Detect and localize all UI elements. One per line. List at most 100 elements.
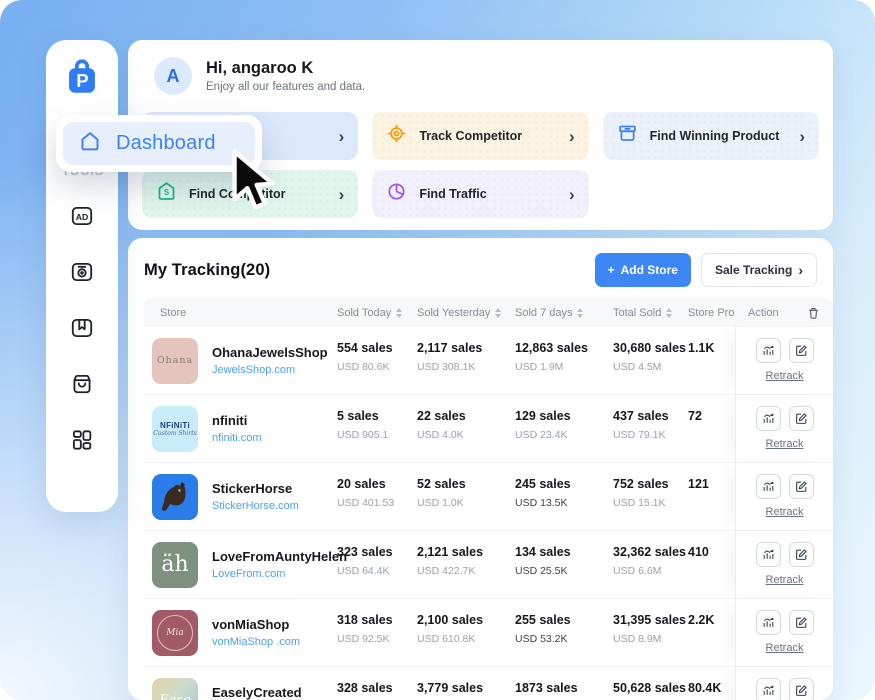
sold-today-cell: 323 salesUSD 64.4K bbox=[337, 531, 417, 598]
action-cell: Retrack bbox=[735, 327, 833, 394]
total-sold-cell: 30,680 salesUSD 4.5M bbox=[613, 327, 688, 394]
store-logo: Ease bbox=[152, 678, 198, 700]
retrack-link[interactable]: Retrack bbox=[766, 574, 804, 586]
chevron-right-icon: › bbox=[569, 186, 575, 203]
edit-button[interactable] bbox=[789, 406, 814, 431]
analytics-button[interactable] bbox=[756, 542, 781, 567]
action-cell: Retrack bbox=[735, 531, 833, 598]
retrack-link[interactable]: Retrack bbox=[766, 370, 804, 382]
store-domain-link[interactable]: nfiniti.com bbox=[212, 432, 262, 444]
action-cell: Retrack bbox=[735, 667, 833, 700]
home-icon bbox=[78, 129, 102, 158]
sort-icon bbox=[577, 308, 583, 318]
pie-chart-icon bbox=[386, 181, 407, 207]
store-domain-link[interactable]: StickerHorse.com bbox=[212, 500, 299, 512]
table-row: äh LoveFromAuntyHelen LoveFrom.com 323 s… bbox=[144, 531, 833, 599]
my-tracking-card: My Tracking(20) + Add Store Sale Trackin… bbox=[128, 238, 833, 700]
products-value: 72 bbox=[688, 409, 735, 423]
chevron-right-icon: › bbox=[798, 262, 803, 278]
avatar[interactable]: A bbox=[154, 57, 192, 95]
column-sold-7-days[interactable]: Sold 7 days bbox=[515, 307, 613, 319]
store-domain-link[interactable]: JewelsShop.com bbox=[212, 364, 328, 376]
plus-icon: + bbox=[608, 263, 615, 277]
feature-card-track-competitor[interactable]: Track Competitor › bbox=[372, 112, 588, 160]
column-sold-today[interactable]: Sold Today bbox=[337, 307, 417, 319]
action-cell: Retrack bbox=[735, 395, 833, 462]
edit-button[interactable] bbox=[789, 474, 814, 499]
action-cell: Retrack bbox=[735, 599, 833, 666]
add-store-button[interactable]: + Add Store bbox=[595, 253, 691, 287]
store-name: OhanaJewelsShop bbox=[212, 345, 328, 360]
ads-icon[interactable]: AD bbox=[69, 202, 96, 229]
sold-yesterday-cell: 2,117 salesUSD 308.1K bbox=[417, 327, 515, 394]
feature-card-find-traffic[interactable]: Find Traffic › bbox=[372, 170, 588, 218]
sold-yesterday-cell: 2,100 salesUSD 610.8K bbox=[417, 599, 515, 666]
analytics-button[interactable] bbox=[756, 338, 781, 363]
greeting-title: Hi, angaroo K bbox=[206, 59, 365, 78]
app-logo-icon[interactable]: P bbox=[61, 56, 103, 103]
store-domain-link[interactable]: LoveFrom.com bbox=[212, 568, 347, 580]
column-sold-yesterday[interactable]: Sold Yesterday bbox=[417, 307, 515, 319]
store-cell: StickerHorse StickerHorse.com bbox=[144, 463, 337, 530]
sold-yesterday-cell: 22 salesUSD 4.0K bbox=[417, 395, 515, 462]
edit-button[interactable] bbox=[789, 542, 814, 567]
track-target-icon[interactable] bbox=[69, 258, 96, 285]
retrack-link[interactable]: Retrack bbox=[766, 642, 804, 654]
retrack-link[interactable]: Retrack bbox=[766, 506, 804, 518]
analytics-button[interactable] bbox=[756, 610, 781, 635]
store-name: LoveFromAuntyHelen bbox=[212, 549, 347, 564]
analytics-button[interactable] bbox=[756, 678, 781, 700]
store-name: EaselyCreated bbox=[212, 685, 311, 700]
sold-7-days-cell: 1873 salesUSD 17.3K bbox=[515, 667, 613, 700]
column-action: Action bbox=[735, 306, 833, 320]
products-value: 80.4K bbox=[688, 681, 735, 695]
chevron-right-icon: › bbox=[339, 128, 345, 145]
tracking-table: Store Sold Today Sold Yesterday Sold 7 d… bbox=[144, 298, 833, 700]
store-products-cell: 72 bbox=[688, 395, 735, 462]
sold-7-days-cell: 12,863 salesUSD 1.9M bbox=[515, 327, 613, 394]
store-products-cell: 410 bbox=[688, 531, 735, 598]
table-row: Mia vonMiaShop vonMiaShop .com 318 sales… bbox=[144, 599, 833, 667]
chevron-right-icon: › bbox=[569, 128, 575, 145]
store-products-cell: 1.1K bbox=[688, 327, 735, 394]
products-value: 2.2K bbox=[688, 613, 735, 627]
store-cell: Mia vonMiaShop vonMiaShop .com bbox=[144, 599, 337, 666]
edit-button[interactable] bbox=[789, 678, 814, 700]
total-sold-cell: 437 salesUSD 79.1K bbox=[613, 395, 688, 462]
trash-icon[interactable] bbox=[807, 306, 820, 320]
sort-icon bbox=[396, 308, 402, 318]
analytics-button[interactable] bbox=[756, 406, 781, 431]
table-row: Ease EaselyCreated EaselyCreated .com 32… bbox=[144, 667, 833, 700]
sort-icon bbox=[495, 308, 501, 318]
store-domain-link[interactable]: vonMiaShop .com bbox=[212, 636, 300, 648]
bookmark-icon[interactable] bbox=[69, 314, 96, 341]
table-row: StickerHorse StickerHorse.com 20 salesUS… bbox=[144, 463, 833, 531]
table-header: Store Sold Today Sold Yesterday Sold 7 d… bbox=[144, 298, 833, 327]
apps-grid-icon[interactable] bbox=[69, 426, 96, 453]
store-name: StickerHorse bbox=[212, 481, 299, 496]
feature-card-find-winning-product[interactable]: Find Winning Product › bbox=[603, 112, 819, 160]
products-value: 121 bbox=[688, 477, 735, 491]
edit-button[interactable] bbox=[789, 610, 814, 635]
sold-today-cell: 318 salesUSD 92.5K bbox=[337, 599, 417, 666]
retrack-link[interactable]: Retrack bbox=[766, 438, 804, 450]
store-cell: Ohana OhanaJewelsShop JewelsShop.com bbox=[144, 327, 337, 394]
product-box-icon bbox=[617, 123, 638, 149]
sold-7-days-cell: 129 salesUSD 23.4K bbox=[515, 395, 613, 462]
analytics-button[interactable] bbox=[756, 474, 781, 499]
feature-label: Find Winning Product bbox=[650, 129, 780, 143]
column-total-sold[interactable]: Total Sold bbox=[613, 307, 688, 319]
feature-label: Find Traffic bbox=[419, 187, 486, 201]
tracking-title: My Tracking(20) bbox=[144, 261, 270, 280]
shop-dollar-icon: S bbox=[156, 181, 177, 207]
edit-button[interactable] bbox=[789, 338, 814, 363]
svg-text:S: S bbox=[164, 188, 169, 197]
chevron-right-icon: › bbox=[799, 128, 805, 145]
store-logo bbox=[152, 474, 198, 520]
store-bag-icon[interactable] bbox=[69, 370, 96, 397]
app-screen: P Tools AD bbox=[0, 0, 875, 700]
sale-tracking-button[interactable]: Sale Tracking › bbox=[701, 253, 817, 287]
mouse-cursor-icon bbox=[227, 148, 279, 219]
products-value: 1.1K bbox=[688, 341, 735, 355]
store-logo: Ohana bbox=[152, 338, 198, 384]
